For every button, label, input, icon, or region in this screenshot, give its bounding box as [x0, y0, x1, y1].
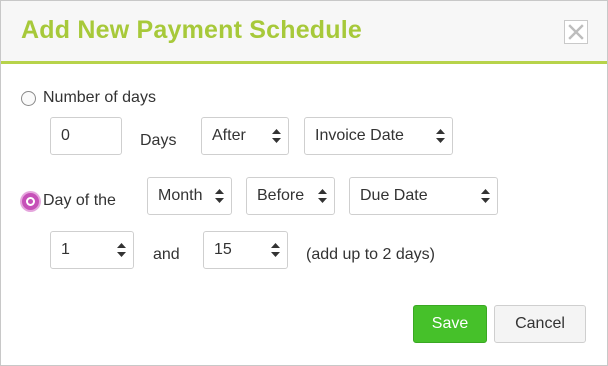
period-select[interactable]: Month — [147, 177, 232, 215]
days-input[interactable]: 0 — [50, 117, 122, 155]
and-label: and — [153, 246, 180, 263]
days-hint: (add up to 2 days) — [306, 246, 435, 263]
updown-arrows-icon — [215, 189, 224, 203]
number-of-days-label: Number of days — [43, 89, 156, 106]
day1-select[interactable]: 1 — [50, 231, 134, 269]
day-of-the-label: Day of the — [43, 192, 116, 209]
day1-value: 1 — [61, 241, 70, 258]
days-direction-value: After — [212, 127, 246, 144]
day2-select[interactable]: 15 — [203, 231, 288, 269]
close-button[interactable] — [564, 20, 588, 44]
dialog-title: Add New Payment Schedule — [21, 16, 362, 44]
close-icon — [568, 24, 584, 40]
day2-value: 15 — [214, 241, 232, 258]
day-of-the-radio[interactable] — [22, 193, 39, 210]
days-reference-select[interactable]: Invoice Date — [304, 117, 453, 155]
days-unit-label: Days — [140, 132, 177, 149]
day-reference-value: Due Date — [360, 187, 428, 204]
save-button[interactable]: Save — [413, 305, 487, 343]
day-direction-select[interactable]: Before — [246, 177, 335, 215]
day-reference-select[interactable]: Due Date — [349, 177, 498, 215]
updown-arrows-icon — [272, 129, 281, 143]
days-input-value: 0 — [61, 127, 70, 144]
updown-arrows-icon — [436, 129, 445, 143]
payment-schedule-dialog: Add New Payment Schedule Number of days … — [0, 0, 608, 366]
day-direction-value: Before — [257, 187, 305, 204]
updown-arrows-icon — [481, 189, 490, 203]
days-reference-value: Invoice Date — [315, 127, 404, 144]
period-value: Month — [158, 187, 203, 204]
updown-arrows-icon — [271, 243, 280, 257]
days-direction-select[interactable]: After — [201, 117, 289, 155]
updown-arrows-icon — [117, 243, 126, 257]
updown-arrows-icon — [318, 189, 327, 203]
number-of-days-radio[interactable] — [21, 91, 36, 106]
cancel-button[interactable]: Cancel — [494, 305, 586, 343]
dialog-header: Add New Payment Schedule — [1, 1, 607, 64]
